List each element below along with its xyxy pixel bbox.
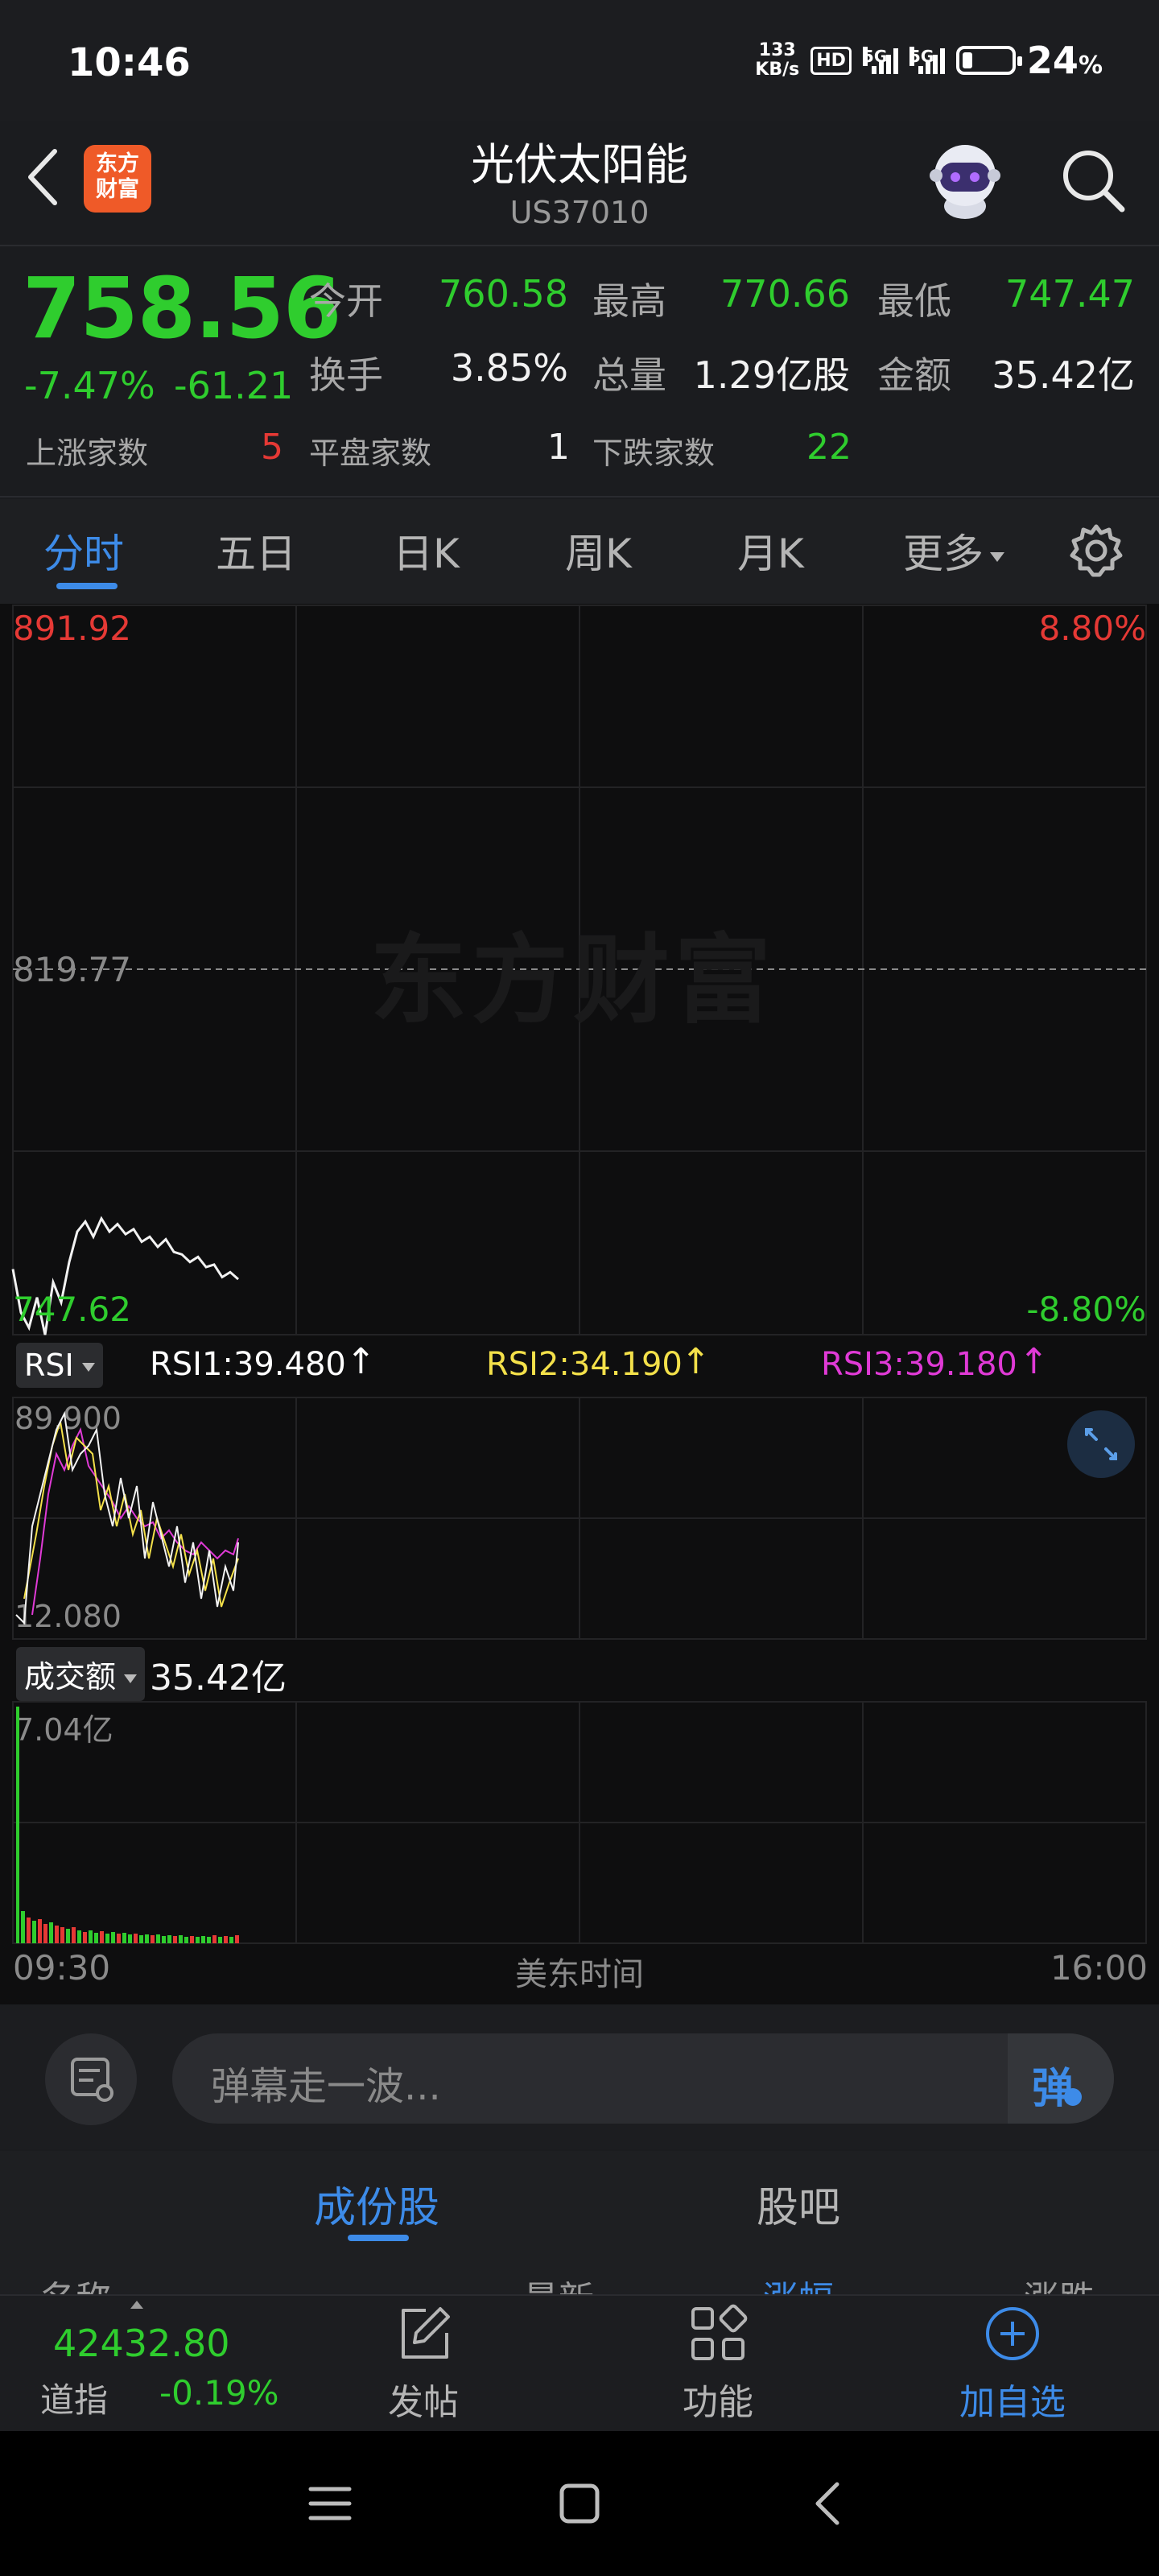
volume-total: 35.42亿 bbox=[150, 1657, 287, 1699]
nav-back-icon[interactable] bbox=[805, 2479, 853, 2528]
change-amount: -61.21 bbox=[174, 364, 294, 407]
up-count: 5 bbox=[261, 427, 283, 468]
chart-tabs: 分时 五日 日K 周K 月K 更多 bbox=[0, 499, 1159, 604]
low-label: 最低 bbox=[877, 279, 951, 323]
arrow-up-icon: ↑ bbox=[1019, 1341, 1049, 1382]
status-icons: 133 KB/s HD 5G 5G 24% bbox=[755, 39, 1103, 82]
hd-icon: HD bbox=[810, 46, 852, 75]
danmu-toggle-icon: 弹 bbox=[1032, 2065, 1074, 2113]
open-label: 今开 bbox=[309, 279, 383, 323]
status-time: 10:46 bbox=[68, 40, 191, 85]
open-value: 760.58 bbox=[439, 272, 568, 316]
danmu-settings-button[interactable] bbox=[45, 2033, 137, 2125]
last-price: 758.56 bbox=[23, 259, 341, 357]
chevron-down-icon bbox=[990, 551, 1004, 562]
tab-five-day[interactable]: 五日 bbox=[216, 522, 296, 580]
chevron-down-icon bbox=[124, 1674, 138, 1683]
rsi-chart bbox=[15, 1410, 239, 1625]
arrow-up-icon: ↑ bbox=[346, 1341, 376, 1382]
post-button[interactable]: 发帖 bbox=[343, 2304, 504, 2425]
amount-value: 35.42亿 bbox=[992, 353, 1135, 397]
time-end-label: 16:00 bbox=[1050, 1948, 1148, 1988]
down-count: 22 bbox=[806, 427, 852, 468]
chevron-up-icon[interactable] bbox=[130, 2301, 143, 2309]
quote-divider bbox=[0, 496, 1159, 497]
danmu-settings-icon bbox=[71, 2058, 113, 2102]
edit-icon bbox=[402, 2307, 450, 2359]
tab-components[interactable]: 成份股 bbox=[314, 2174, 439, 2234]
change-percent: -7.47% bbox=[24, 364, 155, 407]
turnover-label: 换手 bbox=[309, 353, 383, 397]
flat-count: 1 bbox=[547, 427, 570, 468]
net-speed: 133 KB/s bbox=[755, 40, 800, 80]
chevron-down-icon bbox=[81, 1363, 95, 1372]
volume-label: 总量 bbox=[592, 353, 666, 397]
tab-weekly-k[interactable]: 周K bbox=[565, 522, 632, 580]
tab-more[interactable]: 更多 bbox=[903, 522, 1004, 580]
signal-icon: 5G bbox=[862, 47, 898, 74]
grid-icon bbox=[691, 2304, 748, 2360]
tab-underline bbox=[56, 583, 118, 589]
search-icon[interactable] bbox=[1056, 143, 1128, 216]
volume-value: 1.29亿股 bbox=[693, 353, 850, 397]
home-icon[interactable] bbox=[555, 2479, 604, 2528]
robot-assistant-icon[interactable] bbox=[921, 135, 1009, 224]
down-count-label: 下跌家数 bbox=[592, 436, 716, 471]
turnover-value: 3.85% bbox=[450, 346, 568, 390]
plus-circle-icon bbox=[986, 2307, 1039, 2360]
tab-monthly-k[interactable]: 月K bbox=[737, 522, 804, 580]
up-count-label: 上涨家数 bbox=[26, 436, 149, 471]
rsi-selector[interactable]: RSI bbox=[16, 1343, 103, 1388]
menu-icon[interactable] bbox=[306, 2479, 354, 2528]
index-value[interactable]: 42432.80 bbox=[53, 2322, 230, 2365]
high-label: 最高 bbox=[592, 279, 666, 323]
signal-icon-2: 5G bbox=[909, 47, 945, 74]
add-watchlist-button[interactable]: 加自选 bbox=[932, 2304, 1093, 2425]
flat-count-label: 平盘家数 bbox=[309, 436, 432, 471]
tab-daily-k[interactable]: 日K bbox=[393, 522, 460, 580]
expand-button[interactable] bbox=[1067, 1410, 1135, 1478]
components-tab-underline bbox=[348, 2235, 409, 2241]
tab-stock-forum[interactable]: 股吧 bbox=[757, 2174, 840, 2234]
volume-bars bbox=[16, 1707, 239, 1943]
rsi3-value: RSI3:39.180 bbox=[821, 1346, 1017, 1383]
amount-label: 金额 bbox=[877, 353, 951, 397]
rsi1-value: RSI1:39.480 bbox=[150, 1346, 346, 1383]
price-line-chart bbox=[11, 1216, 239, 1335]
index-change[interactable]: -0.19% bbox=[159, 2373, 279, 2413]
battery-icon bbox=[955, 46, 1022, 75]
volume-selector[interactable]: 成交额 bbox=[16, 1647, 146, 1701]
danmu-placeholder: 弹幕走一波... bbox=[211, 2064, 441, 2109]
index-name[interactable]: 道指 bbox=[40, 2373, 108, 2422]
arrow-up-icon: ↑ bbox=[681, 1341, 711, 1382]
danmu-toggle-button[interactable]: 弹 bbox=[1008, 2033, 1114, 2124]
price-min-label: 747.62 bbox=[13, 1290, 131, 1329]
expand-icon bbox=[1085, 1428, 1117, 1460]
rsi2-value: RSI2:34.190 bbox=[486, 1346, 683, 1383]
high-value: 770.66 bbox=[720, 272, 850, 316]
tab-intraday[interactable]: 分时 bbox=[43, 522, 124, 580]
pct-min-label: -8.80% bbox=[1026, 1290, 1146, 1329]
functions-button[interactable]: 功能 bbox=[637, 2304, 798, 2425]
battery-level: 24% bbox=[1026, 39, 1103, 82]
gear-icon[interactable] bbox=[1067, 522, 1125, 580]
check-icon bbox=[1064, 2088, 1082, 2106]
low-value: 747.47 bbox=[1005, 272, 1135, 316]
header-divider bbox=[0, 245, 1159, 246]
